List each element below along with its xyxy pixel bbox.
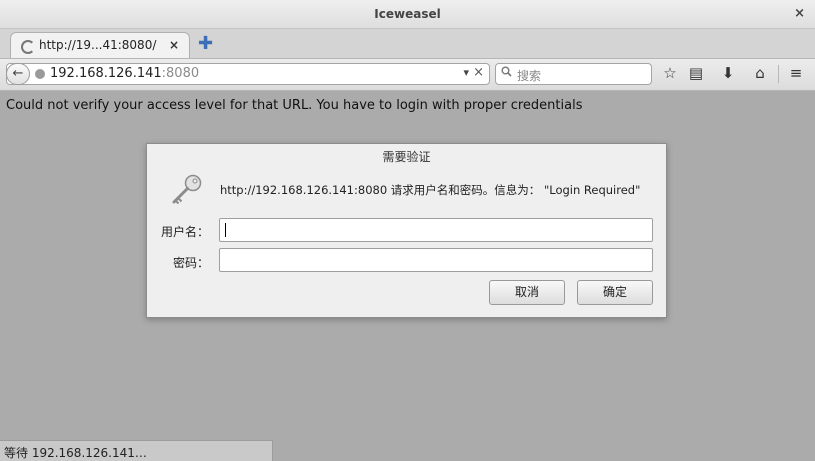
- menu-icon[interactable]: ≡: [786, 64, 806, 82]
- navigation-bar: ← 192.168.126.141:8080 ▾ × 搜索 ☆ ▤ ⬇ ⌂ ≡: [0, 59, 815, 91]
- tab-active[interactable]: http://19...41:8080/ ×: [10, 32, 190, 58]
- username-label: 用户名：: [160, 225, 209, 239]
- key-icon: [169, 172, 205, 212]
- auth-dialog: 需要验证 http://192.168.126.141:8080 请求用户名和密…: [146, 143, 667, 318]
- globe-icon: [35, 69, 45, 79]
- status-text: 等待 192.168.126.141…: [4, 446, 147, 460]
- password-field[interactable]: [219, 248, 653, 272]
- toolbar-separator: [778, 65, 779, 83]
- cancel-button[interactable]: 取消: [489, 280, 565, 305]
- url-host: 192.168.126.141: [50, 66, 162, 81]
- home-icon[interactable]: ⌂: [750, 64, 770, 82]
- username-field[interactable]: [219, 218, 653, 242]
- downloads-icon[interactable]: ⬇: [718, 64, 738, 82]
- url-stop-button[interactable]: ×: [473, 65, 484, 80]
- back-button[interactable]: ←: [6, 63, 30, 85]
- tab-close-button[interactable]: ×: [169, 38, 179, 52]
- dialog-message: http://192.168.126.141:8080 请求用户名和密码。信息为…: [220, 183, 641, 197]
- status-bar: 等待 192.168.126.141…: [0, 440, 273, 461]
- title-bar: Iceweasel ×: [0, 0, 815, 29]
- loading-spinner-icon: [21, 40, 35, 54]
- reading-list-icon[interactable]: ▤: [686, 64, 706, 82]
- ok-button[interactable]: 确定: [577, 280, 653, 305]
- tab-label: http://19...41:8080/: [39, 38, 157, 52]
- search-input[interactable]: 搜索: [517, 67, 541, 84]
- url-port: :8080: [161, 66, 200, 81]
- url-bar[interactable]: ← 192.168.126.141:8080 ▾ ×: [6, 63, 490, 85]
- tab-strip: http://19...41:8080/ × ✚: [0, 29, 815, 59]
- url-text[interactable]: 192.168.126.141:8080: [50, 66, 199, 81]
- browser-window: Iceweasel × http://19...41:8080/ × ✚ ← 1…: [0, 0, 815, 461]
- window-title: Iceweasel: [374, 7, 441, 21]
- url-dropdown-button[interactable]: ▾: [463, 66, 469, 79]
- window-close-button[interactable]: ×: [794, 6, 805, 21]
- bookmark-star-icon[interactable]: ☆: [660, 64, 680, 82]
- search-bar[interactable]: 搜索: [495, 63, 652, 85]
- search-icon: [501, 66, 512, 80]
- text-caret: [225, 223, 226, 237]
- password-label: 密码：: [172, 256, 209, 270]
- dialog-title: 需要验证: [382, 150, 431, 164]
- new-tab-button[interactable]: ✚: [198, 33, 213, 54]
- page-message: Could not verify your access level for t…: [6, 98, 583, 113]
